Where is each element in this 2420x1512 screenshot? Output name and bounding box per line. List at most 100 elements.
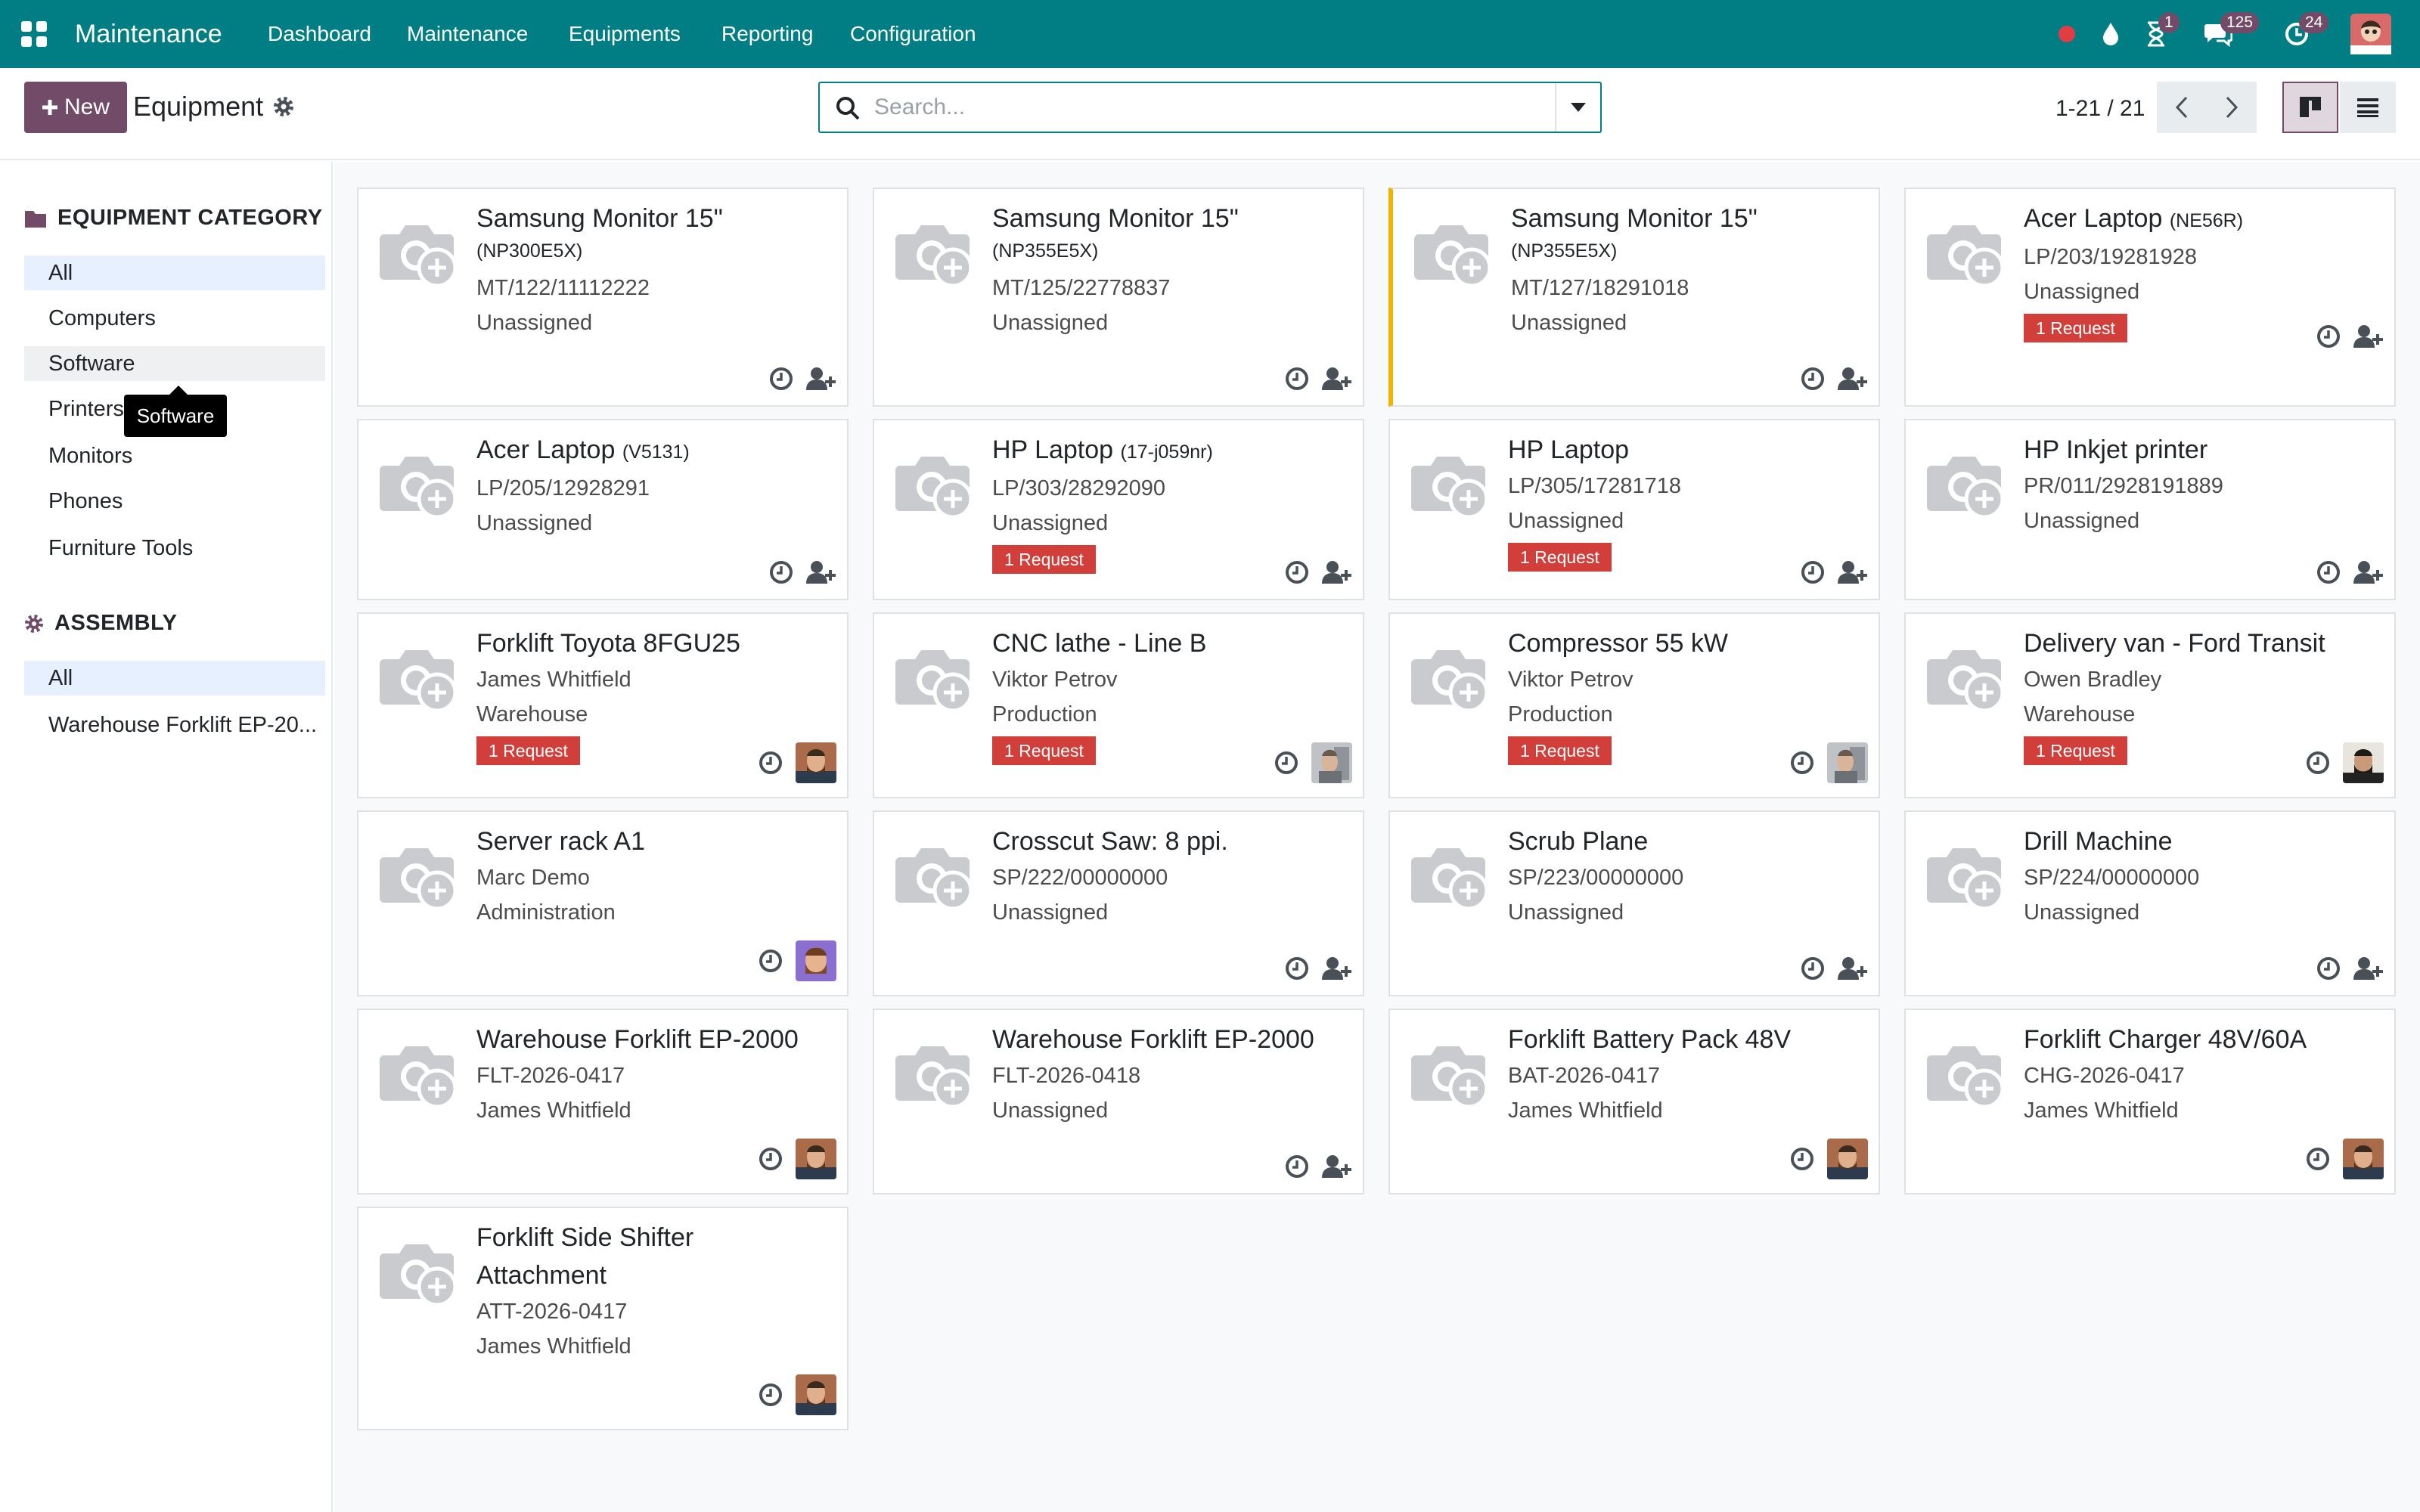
clock-icon[interactable] <box>2305 1146 2331 1172</box>
clock-icon[interactable] <box>2316 956 2341 981</box>
equipment-card[interactable]: HP Inkjet printer PR/011/2928191889 Unas… <box>1904 419 2396 600</box>
equipment-card[interactable]: Warehouse Forklift EP-2000 FLT-2026-0418… <box>873 1009 1364 1194</box>
category-all[interactable]: All <box>24 256 325 290</box>
assign-user-icon[interactable] <box>2353 956 2384 981</box>
clock-icon[interactable] <box>1800 559 1826 585</box>
category-computers[interactable]: Computers <box>24 301 325 336</box>
hourglass-icon[interactable]: 1 <box>2137 12 2180 53</box>
equipment-card[interactable]: Acer Laptop (V5131) LP/205/12928291 Unas… <box>357 419 849 600</box>
assign-user-icon[interactable] <box>806 366 836 392</box>
category-phones[interactable]: Phones <box>24 484 325 519</box>
equipment-card[interactable]: Forklift Toyota 8FGU25 James Whitfield W… <box>357 612 849 798</box>
status-dot-icon[interactable] <box>2048 15 2086 53</box>
avatar[interactable] <box>796 1374 836 1415</box>
clock-icon[interactable] <box>2316 559 2341 585</box>
avatar[interactable] <box>1827 742 1868 783</box>
avatar[interactable] <box>1827 1139 1868 1179</box>
updates-icon[interactable]: 24 <box>2278 12 2329 53</box>
menu-configuration[interactable]: Configuration <box>850 20 976 48</box>
search-bar[interactable] <box>818 82 1602 133</box>
assign-user-icon[interactable] <box>2353 324 2384 349</box>
equipment-card[interactable]: Crosscut Saw: 8 ppi. SP/222/00000000 Una… <box>873 810 1364 996</box>
pager-next[interactable] <box>2207 82 2257 133</box>
equipment-card[interactable]: Drill Machine SP/224/00000000 Unassigned <box>1904 810 2396 996</box>
assign-user-icon[interactable] <box>806 559 836 585</box>
equipment-card[interactable]: Samsung Monitor 15" (NP355E5X) MT/127/18… <box>1388 187 1880 407</box>
menu-equipments[interactable]: Equipments <box>569 20 681 48</box>
clock-icon[interactable] <box>1789 750 1815 776</box>
clock-icon[interactable] <box>758 1382 783 1408</box>
category-software[interactable]: Software <box>24 346 325 381</box>
clock-icon[interactable] <box>1284 366 1310 392</box>
clock-icon[interactable] <box>1284 559 1310 585</box>
pager-value[interactable]: 1-21 / 21 <box>2055 94 2145 124</box>
menu-maintenance[interactable]: Maintenance <box>407 20 528 48</box>
clock-icon[interactable] <box>2305 750 2331 776</box>
assign-user-icon[interactable] <box>1322 559 1352 585</box>
search-options-toggle[interactable] <box>1555 83 1600 132</box>
request-badge[interactable]: 1 Request <box>476 736 580 765</box>
app-title[interactable]: Maintenance <box>75 17 222 51</box>
clock-icon[interactable] <box>1789 1146 1815 1172</box>
request-badge[interactable]: 1 Request <box>2024 314 2127 342</box>
avatar[interactable] <box>2343 742 2384 783</box>
menu-reporting[interactable]: Reporting <box>721 20 813 48</box>
apps-grid-icon[interactable] <box>21 21 47 47</box>
search-input[interactable] <box>874 91 1555 124</box>
avatar[interactable] <box>1311 742 1352 783</box>
equipment-card[interactable]: Forklift Side Shifter Attachment ATT-202… <box>357 1207 849 1430</box>
assign-user-icon[interactable] <box>1838 559 1868 585</box>
clock-icon[interactable] <box>768 366 794 392</box>
list-view-button[interactable] <box>2340 82 2396 133</box>
new-button[interactable]: New <box>24 82 127 133</box>
equipment-card[interactable]: Compressor 55 kW Viktor Petrov Productio… <box>1388 612 1880 798</box>
request-badge[interactable]: 1 Request <box>992 545 1096 574</box>
drop-icon[interactable] <box>2092 15 2130 53</box>
equipment-card[interactable]: Server rack A1 Marc Demo Administration <box>357 810 849 996</box>
assign-user-icon[interactable] <box>1322 366 1352 392</box>
menu-dashboard[interactable]: Dashboard <box>268 20 371 48</box>
clock-icon[interactable] <box>758 948 783 974</box>
kanban-view-button[interactable] <box>2282 82 2338 133</box>
assign-user-icon[interactable] <box>1838 956 1868 981</box>
avatar[interactable] <box>796 940 836 981</box>
assembly-all[interactable]: All <box>24 661 325 696</box>
request-badge[interactable]: 1 Request <box>1508 543 1612 572</box>
user-avatar[interactable] <box>2350 14 2391 54</box>
equipment-card[interactable]: Scrub Plane SP/223/00000000 Unassigned <box>1388 810 1880 996</box>
clock-icon[interactable] <box>768 559 794 585</box>
chat-icon[interactable]: 125 <box>2199 12 2260 53</box>
avatar[interactable] <box>796 742 836 783</box>
clock-icon[interactable] <box>758 1146 783 1172</box>
equipment-card[interactable]: HP Laptop LP/305/17281718 Unassigned 1 R… <box>1388 419 1880 600</box>
avatar[interactable] <box>2343 1139 2384 1179</box>
clock-icon[interactable] <box>1284 956 1310 981</box>
request-badge[interactable]: 1 Request <box>2024 736 2127 765</box>
equipment-card[interactable]: Samsung Monitor 15" (NP300E5X) MT/122/11… <box>357 187 849 407</box>
equipment-card[interactable]: Acer Laptop (NE56R) LP/203/19281928 Unas… <box>1904 187 2396 407</box>
category-furniture-tools[interactable]: Furniture Tools <box>24 531 325 565</box>
equipment-card[interactable]: Samsung Monitor 15" (NP355E5X) MT/125/22… <box>873 187 1364 407</box>
clock-icon[interactable] <box>2316 324 2341 349</box>
equipment-card[interactable]: Forklift Charger 48V/60A CHG-2026-0417 J… <box>1904 1009 2396 1194</box>
assign-user-icon[interactable] <box>1322 956 1352 981</box>
clock-icon[interactable] <box>1284 1154 1310 1179</box>
assign-user-icon[interactable] <box>2353 559 2384 585</box>
equipment-card[interactable]: CNC lathe - Line B Viktor Petrov Product… <box>873 612 1364 798</box>
clock-icon[interactable] <box>758 750 783 776</box>
equipment-card[interactable]: Forklift Battery Pack 48V BAT-2026-0417 … <box>1388 1009 1880 1194</box>
clock-icon[interactable] <box>1800 366 1826 392</box>
gear-icon[interactable] <box>272 95 295 118</box>
assign-user-icon[interactable] <box>1838 366 1868 392</box>
request-badge[interactable]: 1 Request <box>1508 736 1612 765</box>
pager-previous[interactable] <box>2157 82 2207 133</box>
request-badge[interactable]: 1 Request <box>992 736 1096 765</box>
equipment-card[interactable]: HP Laptop (17-j059nr) LP/303/28292090 Un… <box>873 419 1364 600</box>
assign-user-icon[interactable] <box>1322 1154 1352 1179</box>
category-monitors[interactable]: Monitors <box>24 438 325 473</box>
clock-icon[interactable] <box>1800 956 1826 981</box>
clock-icon[interactable] <box>1274 750 1299 776</box>
assembly-warehouse-forklift[interactable]: Warehouse Forklift EP-20... <box>24 708 325 742</box>
equipment-card[interactable]: Delivery van - Ford Transit Owen Bradley… <box>1904 612 2396 798</box>
avatar[interactable] <box>796 1139 836 1179</box>
